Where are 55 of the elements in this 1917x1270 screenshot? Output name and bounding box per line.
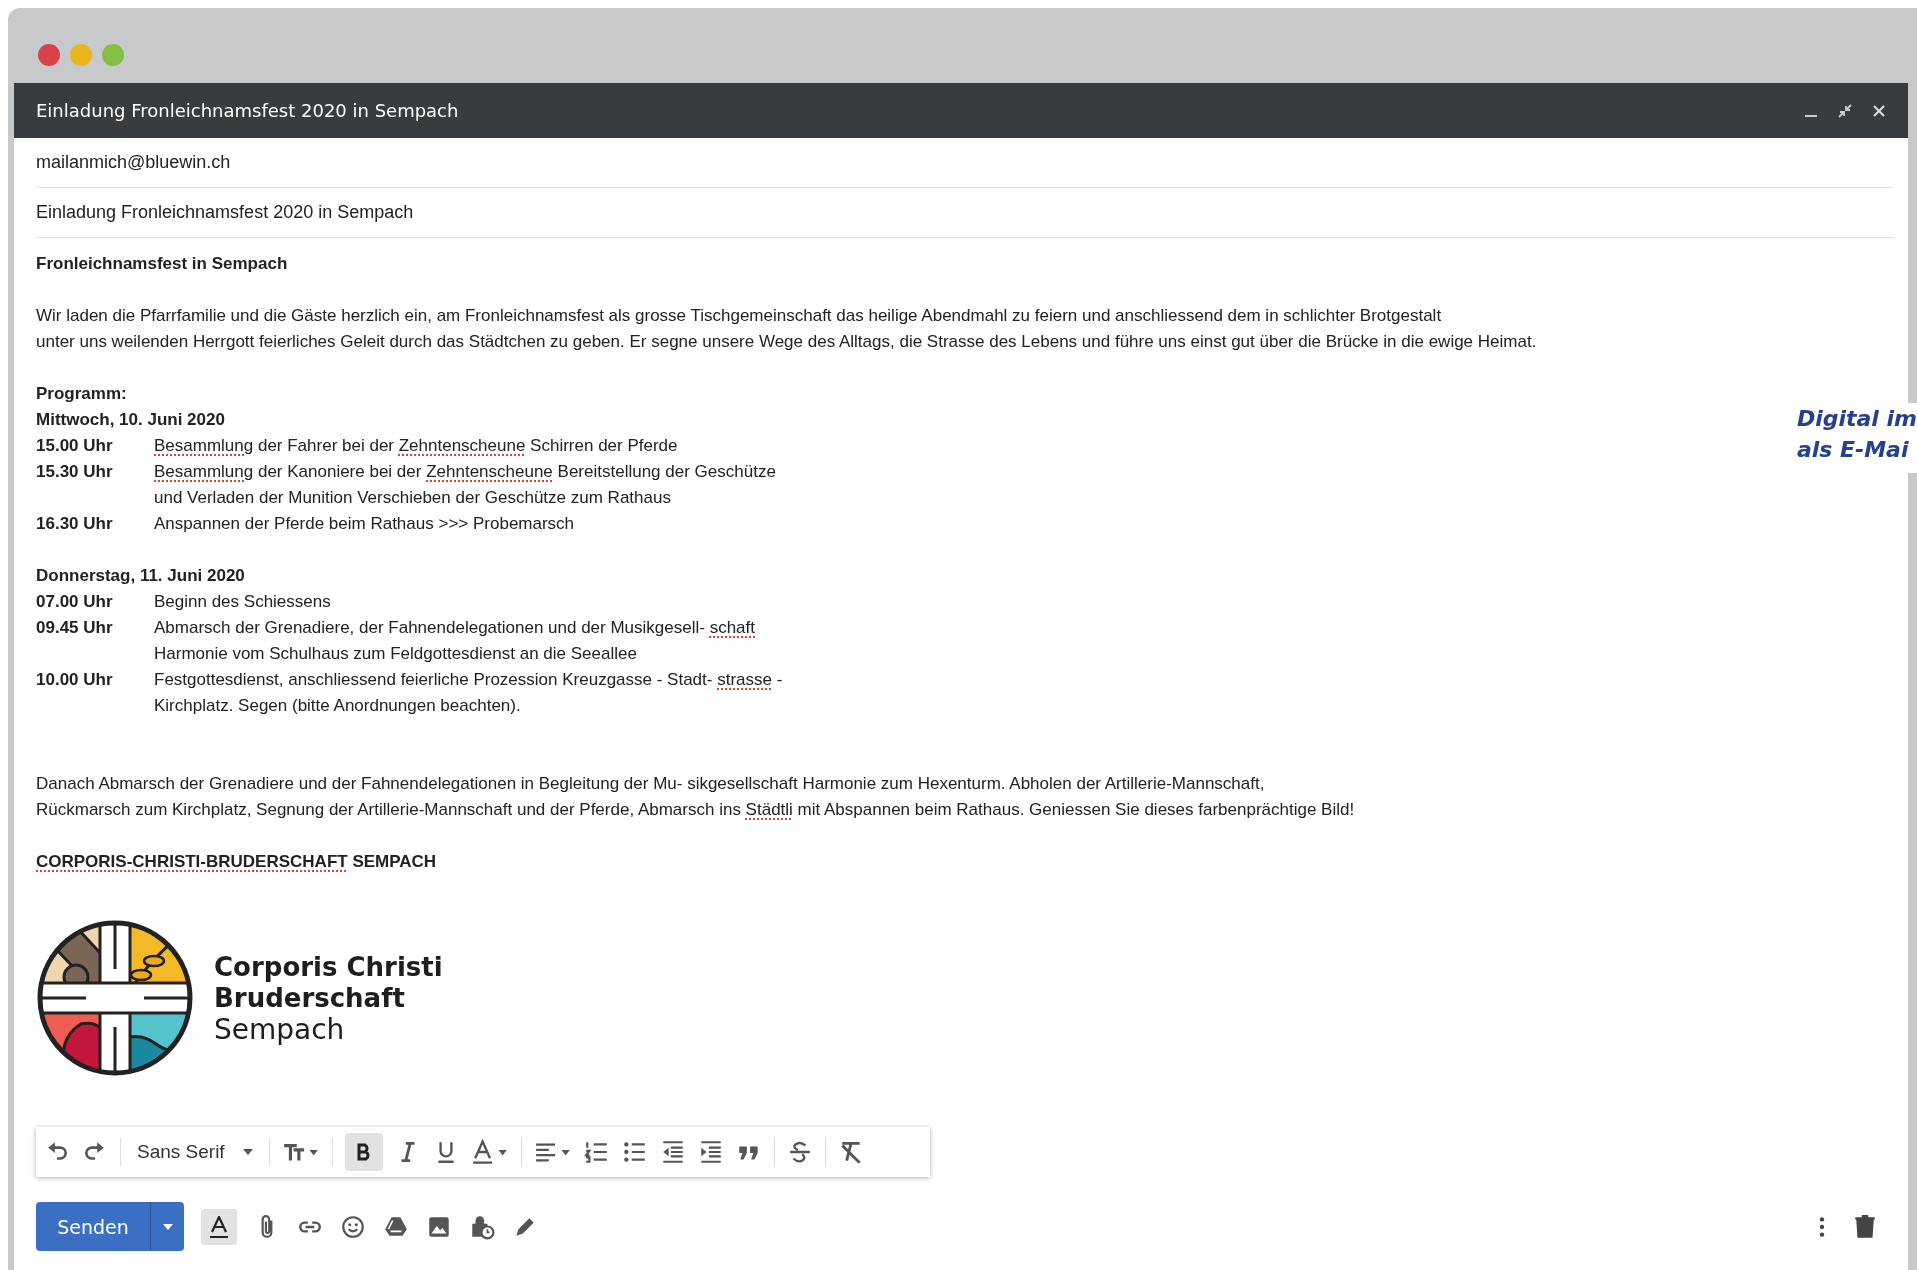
subject-field[interactable]: Einladung Fronleichnamsfest 2020 in Sempach xyxy=(36,202,414,223)
caret-icon xyxy=(242,1149,253,1155)
time-label: 15.00 Uhr xyxy=(36,435,114,457)
misspelled-word: strasse xyxy=(717,670,772,689)
lock-clock-icon[interactable] xyxy=(469,1213,495,1240)
program-text-line: Anspannen der Pferde beim Rathaus >>> Probemarsch xyxy=(154,513,575,535)
logo-text: Sempach xyxy=(214,1013,346,1045)
misspelled-word: Zehntenscheune xyxy=(426,462,553,481)
exit-fullscreen-icon[interactable] xyxy=(1838,103,1852,118)
time-label: 10.00 Uhr xyxy=(36,669,114,691)
body-text-line: Rückmarsch zum Kirchplatz, Segnung der Artillerie-Mannschaft und der Pferde, Abmarsch ins Städtli mit Abspannen beim Rathaus. Geniessen Sie dieses farbenprächtige Bild! xyxy=(36,799,1355,821)
misspelled-word: Besammlung xyxy=(154,462,254,481)
window-title: Einladung Fronleichnamsfest 2020 in Sempach xyxy=(36,100,460,121)
formatting-toggle-button[interactable] xyxy=(201,1208,237,1245)
close-light-icon[interactable] xyxy=(38,44,60,66)
day-heading: Donnerstag, 11. Juni 2020 xyxy=(36,565,245,587)
misspelled-word: Zehntenscheune xyxy=(398,436,526,455)
emoji-icon[interactable] xyxy=(340,1213,366,1240)
text-color-icon[interactable] xyxy=(470,1139,509,1165)
program-text-line: Festgottesdienst, anschliessend feierliche Prozession Kreuzgasse - Stadt- strasse - xyxy=(154,669,783,691)
bulleted-list-icon[interactable] xyxy=(621,1139,648,1165)
logo-text: Bruderschaft xyxy=(214,982,406,1014)
body-text-line: Wir laden die Pfarrfamilie und die Gäste herzlich ein, am Fronleichnamsfest als grosse Tischgemeinschaft das heilige Abendmahl zu feiern und anschliessend dem in schlichter Brotgestalt xyxy=(36,305,1442,327)
text-format-icon xyxy=(209,1215,229,1238)
misspelled-word: Städtli xyxy=(745,800,793,819)
body-text-line: unter uns weilenden Herrgott feierliches Geleit durch das Städtchen zu geben. Er segne unsere Wege des Alltags, die Strasse des Lebens und führe uns einst gut über die Brücke in die ewige Heimat. xyxy=(36,331,1537,353)
bold-button[interactable] xyxy=(344,1133,383,1171)
misspelled-word: Besammlung xyxy=(154,436,254,455)
program-text-line: Abmarsch der Grenadiere, der Fahnendelegationen und der Musikgesell- schaft xyxy=(154,617,755,639)
program-text-line: Besammlung der Fahrer bei der Zehntenscheune Schirren der Pferde xyxy=(154,435,678,457)
trash-icon[interactable] xyxy=(1852,1213,1878,1240)
numbered-list-icon[interactable] xyxy=(583,1139,610,1165)
time-label: 16.30 Uhr xyxy=(36,513,114,535)
recipient-field[interactable]: mailanmich@bluewin.ch xyxy=(36,152,231,173)
signature-text: CORPORIS-CHRISTI-BRUDERSCHAFT SEMPACH xyxy=(36,851,437,873)
time-label: 15.30 Uhr xyxy=(36,461,114,483)
program-text-line: Beginn des Schiessens xyxy=(154,591,331,613)
caret-icon xyxy=(162,1223,173,1230)
misspelled-word: CORPORIS-CHRISTI-BRUDERSCHAFT xyxy=(36,852,348,871)
program-text-line: Besammlung der Kanoniere bei der Zehntenscheune Bereitstellung der Geschütze xyxy=(154,461,776,483)
time-label: 09.45 Uhr xyxy=(36,617,114,639)
body-text-line: Danach Abmarsch der Grenadiere und der Fahnendelegationen in Begleitung der Mu- sikgesellschaft Harmonie zum Hexenturm. Abholen der Artillerie-Mannschaft, xyxy=(36,773,1265,795)
misspelled-word: schaft xyxy=(709,618,755,637)
logo-text: Corporis Christi xyxy=(214,951,443,983)
program-text-line: und Verladen der Munition Verschieben der Geschütze zum Rathaus xyxy=(154,487,671,509)
time-label: 07.00 Uhr xyxy=(36,591,114,613)
body-heading: Fronleichnamsfest in Sempach xyxy=(36,253,288,275)
send-options-button[interactable] xyxy=(150,1202,184,1251)
send-button[interactable]: Senden xyxy=(36,1202,150,1251)
font-family-dropdown[interactable]: Sans Serif xyxy=(133,1141,257,1163)
program-label: Programm: xyxy=(36,383,127,405)
close-icon[interactable] xyxy=(1872,103,1886,118)
program-text-line: Harmonie vom Schulhaus zum Feldgottesdienst an die Seeallee xyxy=(154,643,637,665)
program-text-line: Kirchplatz. Segen (bitte Anordnungen beachten). xyxy=(154,695,521,717)
day-heading: Mittwoch, 10. Juni 2020 xyxy=(36,409,225,431)
